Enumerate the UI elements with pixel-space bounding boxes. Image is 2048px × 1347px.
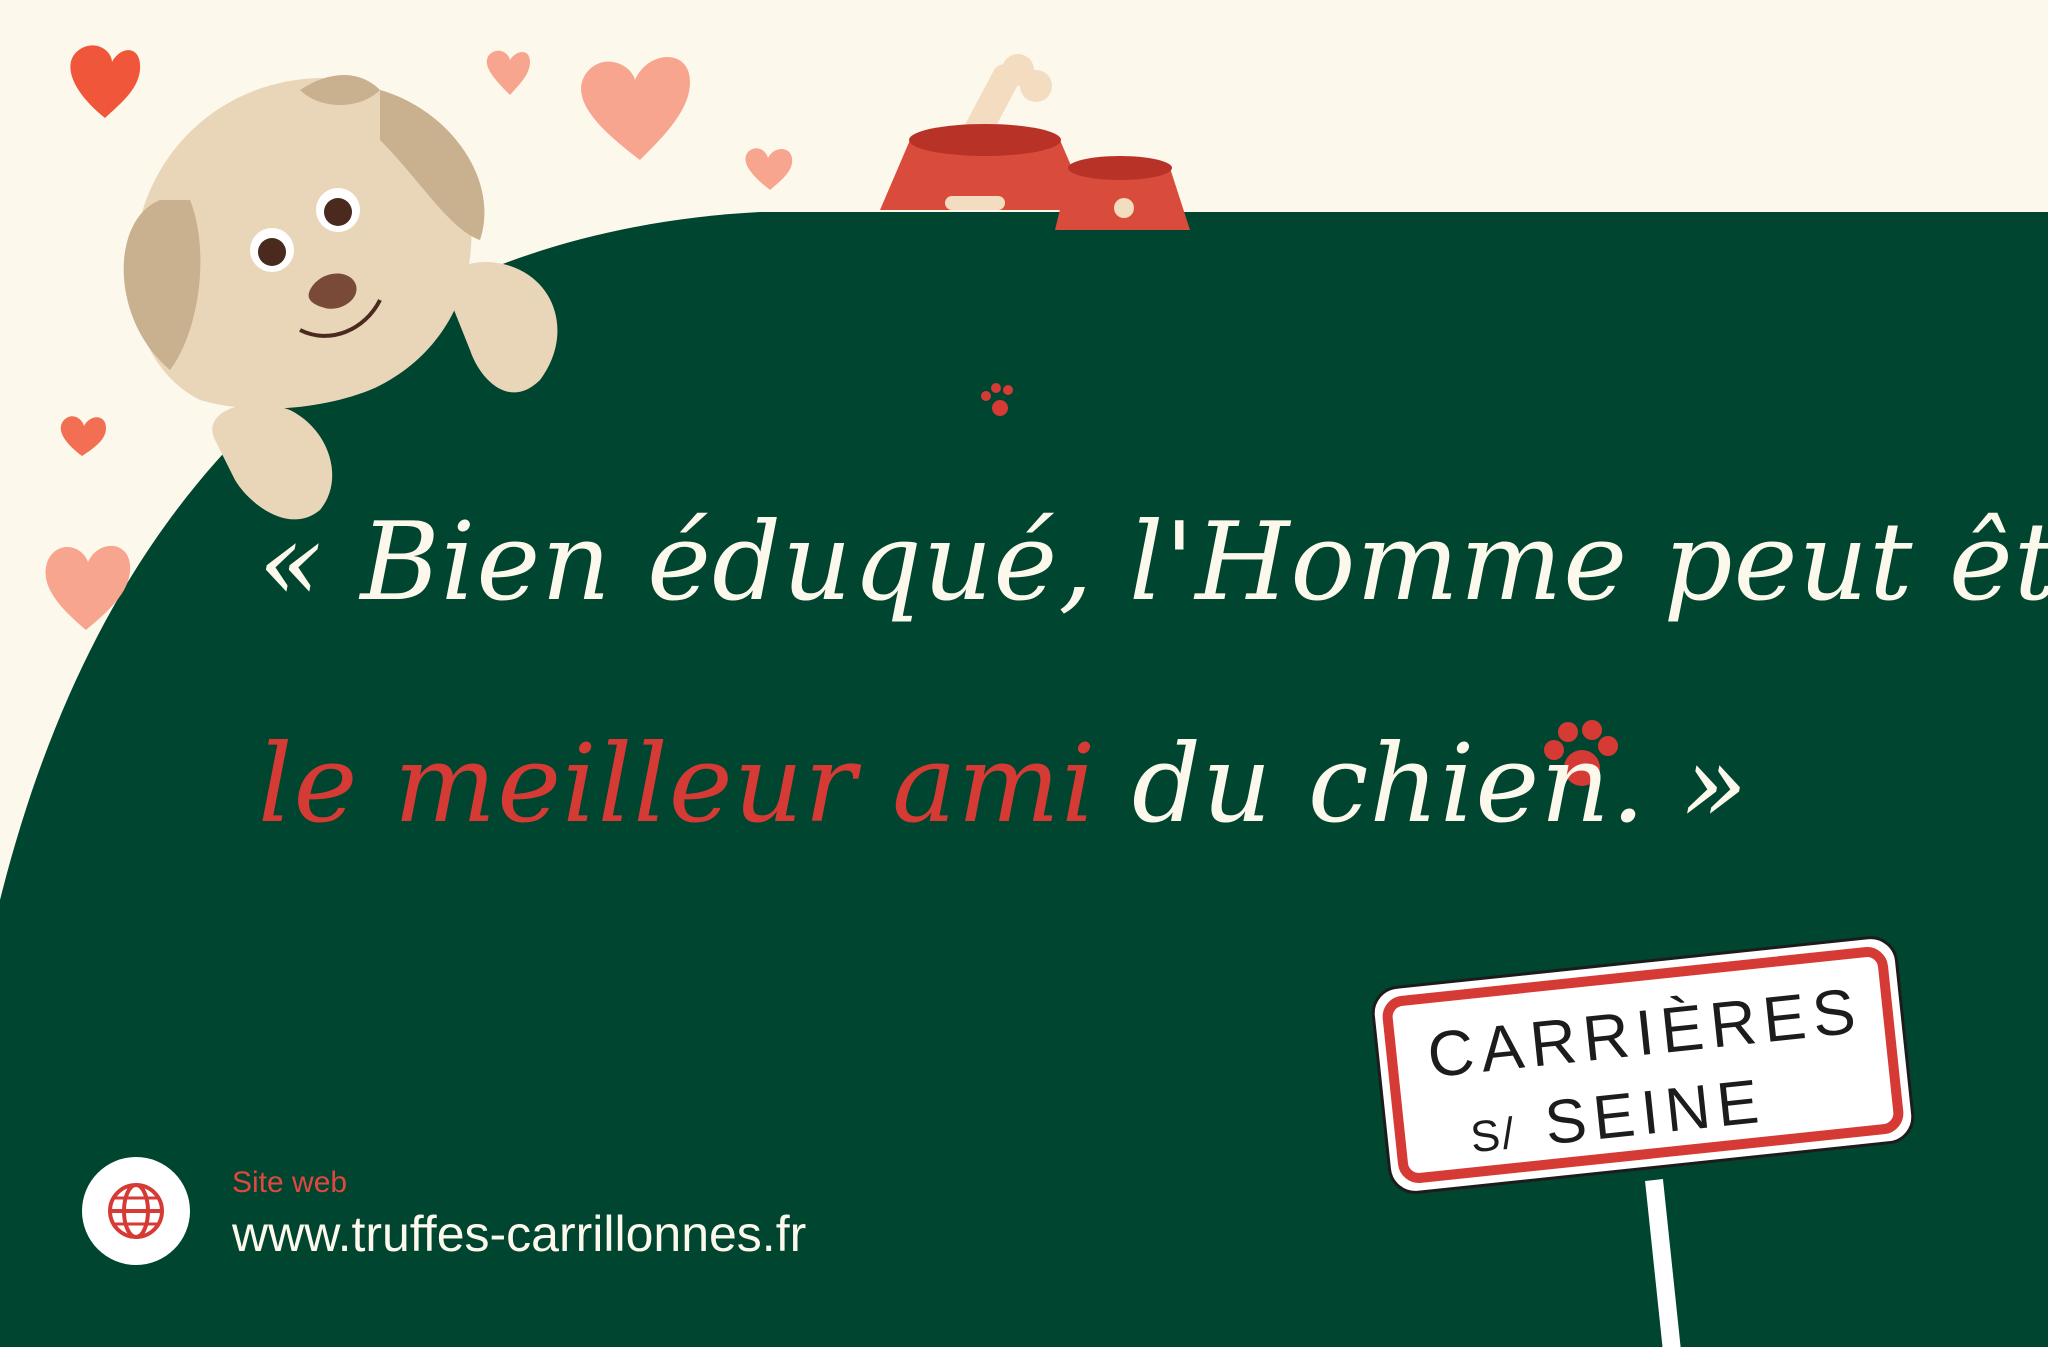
quote-accent: le meilleur ami — [258, 722, 1097, 847]
heart-icon — [486, 50, 530, 95]
dog-bowls-illustration — [880, 54, 1190, 230]
heart-icon — [60, 416, 106, 456]
quote-line-2: le meilleur ami du chien. » — [258, 722, 1749, 847]
website-block: Site web www.truffes-carrillonnes.fr — [232, 1168, 806, 1264]
poster: « Bien éduqué, l'Homme peut être le meil… — [0, 0, 2048, 1347]
website-url[interactable]: www.truffes-carrillonnes.fr — [232, 1204, 806, 1264]
heart-icon — [70, 45, 141, 118]
sign-prefix: S/ — [1468, 1108, 1519, 1163]
heart-icon — [581, 57, 690, 160]
quote-close: du chien. » — [1096, 722, 1749, 847]
quote-line-1: « Bien éduqué, l'Homme peut être — [258, 500, 2048, 625]
globe-icon — [108, 1183, 164, 1239]
website-label: Site web — [232, 1166, 348, 1199]
website-badge — [82, 1157, 190, 1265]
heart-icon — [745, 148, 793, 190]
